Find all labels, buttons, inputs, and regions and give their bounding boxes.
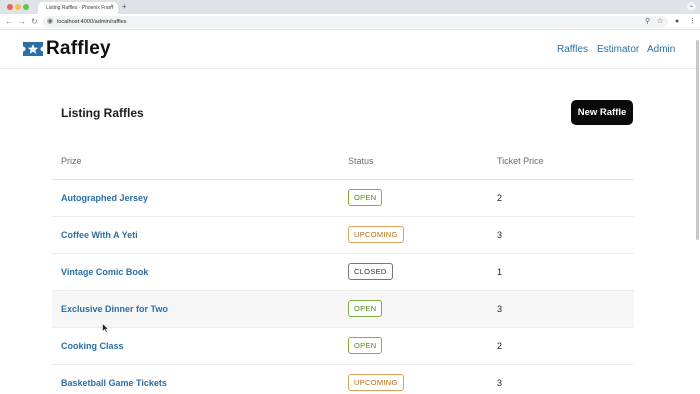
address-url[interactable]: localhost:4000/admin/raffles	[57, 18, 127, 26]
table-row[interactable]: Coffee With A Yeti UPCOMING 3	[52, 217, 634, 254]
site-header: Raffley Raffles Estimator Admin	[0, 30, 700, 69]
status-badge: OPEN	[348, 189, 383, 206]
nav-estimator[interactable]: Estimator	[597, 44, 639, 56]
prize-link[interactable]: Vintage Comic Book	[61, 267, 148, 278]
page-scrollbar[interactable]	[696, 40, 699, 240]
browser-tab-bar: Listing Raffles · Phoenix Fram × + ⌄	[0, 0, 700, 14]
status-badge: OPEN	[348, 300, 383, 317]
ticket-star-logo-icon	[23, 42, 43, 56]
table-row[interactable]: Exclusive Dinner for Two OPEN 3	[52, 291, 634, 328]
column-header-ticket-price: Ticket Price	[497, 156, 544, 166]
minimize-window-button[interactable]	[15, 4, 21, 10]
forward-icon[interactable]: →	[18, 16, 26, 27]
browser-menu-icon[interactable]: ⋮	[689, 17, 696, 27]
browser-tab-title: Listing Raffles · Phoenix Fram	[46, 5, 113, 11]
status-badge: UPCOMING	[348, 374, 404, 391]
status-badge: OPEN	[348, 337, 383, 354]
prize-link[interactable]: Autographed Jersey	[61, 193, 148, 204]
back-icon[interactable]: ←	[5, 16, 13, 27]
prize-link[interactable]: Exclusive Dinner for Two	[61, 304, 168, 315]
prize-link[interactable]: Coffee With A Yeti	[61, 230, 138, 241]
profile-icon[interactable]: ●	[675, 17, 679, 27]
page-title: Listing Raffles	[61, 106, 144, 120]
status-badge: CLOSED	[348, 263, 393, 280]
new-tab-icon[interactable]: +	[122, 2, 127, 12]
ticket-price: 2	[497, 193, 503, 203]
mouse-cursor-icon	[102, 323, 110, 333]
nav-raffles[interactable]: Raffles	[557, 44, 588, 56]
ticket-price: 2	[497, 341, 503, 351]
tab-close-icon[interactable]: ×	[110, 4, 114, 10]
prize-link[interactable]: Cooking Class	[61, 341, 124, 352]
ticket-price: 1	[497, 267, 503, 277]
zoom-icon[interactable]: ⚲	[645, 17, 650, 27]
table-row[interactable]: Vintage Comic Book CLOSED 1	[52, 254, 634, 291]
tab-search-icon[interactable]: ⌄	[687, 2, 696, 11]
reload-icon[interactable]: ↻	[31, 16, 38, 27]
ticket-price: 3	[497, 304, 503, 314]
maximize-window-button[interactable]	[23, 4, 29, 10]
logo-text[interactable]: Raffley	[46, 38, 111, 60]
status-badge: UPCOMING	[348, 226, 404, 243]
address-bar[interactable]: ◉ localhost:4000/admin/raffles ⚲ ☆	[43, 16, 668, 28]
table-row[interactable]: Cooking Class OPEN 2	[52, 328, 634, 365]
ticket-price: 3	[497, 230, 503, 240]
column-header-prize: Prize	[61, 156, 82, 166]
new-raffle-button[interactable]: New Raffle	[571, 100, 633, 125]
site-info-icon[interactable]: ◉	[47, 17, 53, 27]
bookmark-star-icon[interactable]: ☆	[657, 17, 663, 27]
close-window-button[interactable]	[7, 4, 13, 10]
nav-admin[interactable]: Admin	[647, 44, 675, 56]
table-row[interactable]: Basketball Game Tickets UPCOMING 3	[52, 365, 634, 394]
browser-tab[interactable]: Listing Raffles · Phoenix Fram ×	[38, 2, 118, 14]
prize-link[interactable]: Basketball Game Tickets	[61, 378, 167, 389]
ticket-price: 3	[497, 378, 503, 388]
browser-toolbar: ← → ↻ ◉ localhost:4000/admin/raffles ⚲ ☆…	[0, 14, 700, 30]
table-row[interactable]: Autographed Jersey OPEN 2	[52, 180, 634, 217]
column-header-status: Status	[348, 156, 374, 166]
